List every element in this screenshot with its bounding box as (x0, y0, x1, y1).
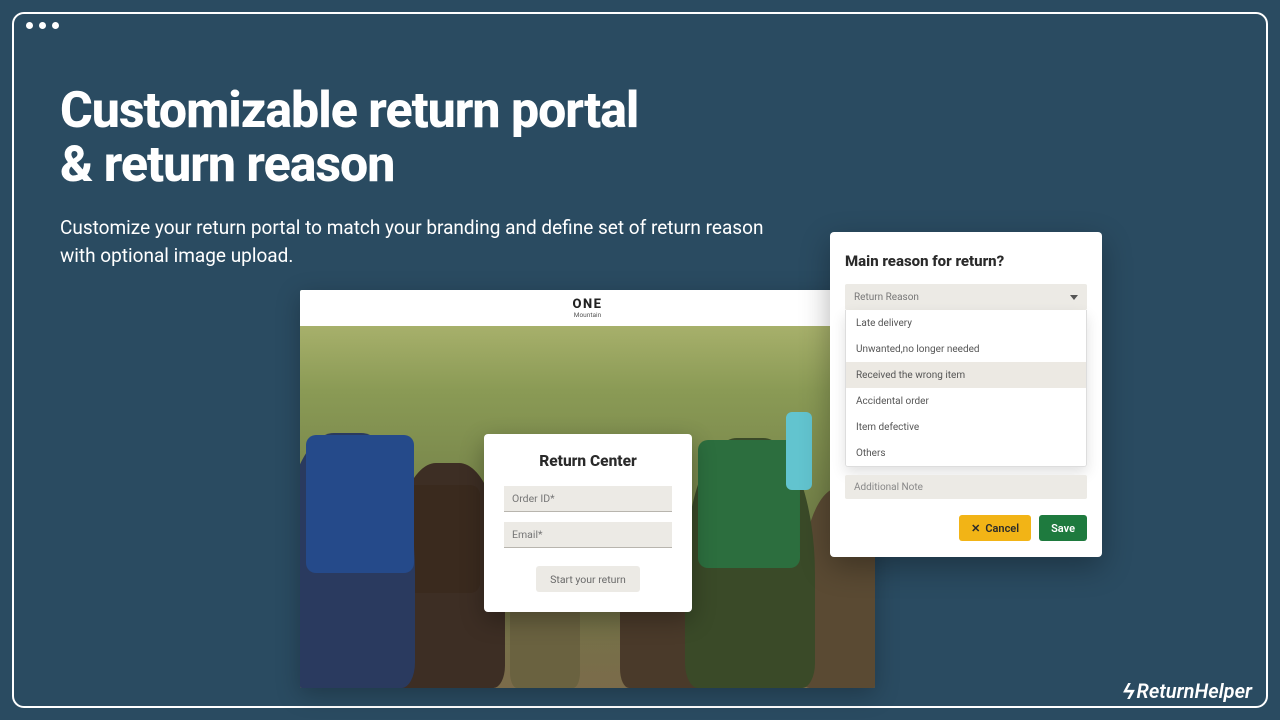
hero-subtitle: Customize your return portal to match yo… (60, 214, 780, 269)
hero-title-line1: Customizable return portal (60, 82, 638, 140)
browser-titlebar (14, 14, 1266, 36)
order-id-input[interactable] (504, 486, 672, 512)
window-dot-icon (52, 22, 59, 29)
cancel-button[interactable]: ✕ Cancel (959, 515, 1031, 541)
reason-option[interactable]: Unwanted,no longer needed (846, 336, 1086, 362)
return-center-card: Return Center Start your return (484, 434, 692, 612)
chevron-down-icon (1070, 295, 1078, 300)
portal-preview: ONE Mountain Return Center Start your re… (300, 290, 875, 688)
modal-title: Main reason for return? (845, 252, 1087, 270)
save-button[interactable]: Save (1039, 515, 1087, 541)
return-reason-select[interactable]: Return Reason (845, 284, 1087, 310)
return-reason-dropdown: Late delivery Unwanted,no longer needed … (845, 310, 1087, 467)
logo-text: ReturnHelper (1137, 679, 1252, 703)
window-dot-icon (39, 22, 46, 29)
close-icon: ✕ (971, 522, 980, 535)
hero-title-line2: & return reason (60, 136, 394, 194)
return-reason-modal: Main reason for return? Return Reason La… (830, 232, 1102, 557)
reason-option[interactable]: Received the wrong item (846, 362, 1086, 388)
portal-hero-image: Return Center Start your return (300, 326, 875, 688)
portal-header: ONE Mountain (300, 290, 875, 326)
window-dot-icon (26, 22, 33, 29)
reason-option[interactable]: Others (846, 440, 1086, 466)
reason-option[interactable]: Accidental order (846, 388, 1086, 414)
reason-option[interactable]: Late delivery (846, 310, 1086, 336)
note-placeholder: Additional Note (854, 482, 923, 493)
portal-tagline: Mountain (574, 312, 601, 319)
returnhelper-logo: ϟ ReturnHelper (1123, 678, 1252, 704)
logo-mark-icon: ϟ (1123, 679, 1135, 705)
reason-option[interactable]: Item defective (846, 414, 1086, 440)
modal-actions: ✕ Cancel Save (845, 515, 1087, 541)
cancel-label: Cancel (985, 522, 1019, 535)
additional-note-input[interactable]: Additional Note (845, 475, 1087, 499)
hero-title: Customizable return portal & return reas… (60, 84, 638, 192)
email-input[interactable] (504, 522, 672, 548)
return-center-title: Return Center (504, 452, 672, 470)
select-placeholder: Return Reason (854, 292, 919, 303)
portal-brand: ONE (573, 298, 603, 311)
start-return-button[interactable]: Start your return (536, 566, 640, 592)
